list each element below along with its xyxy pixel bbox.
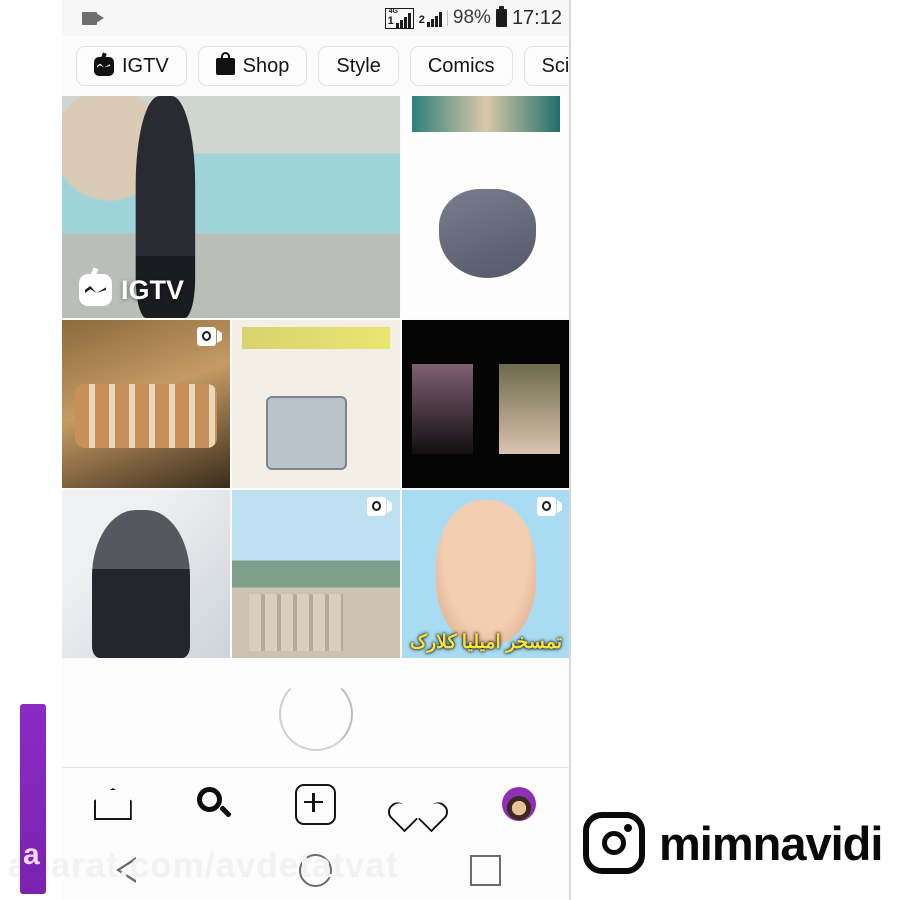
sim1-network-label: 4G <box>388 7 398 15</box>
post-overlay-text: تمسخر امیلیا کلارک <box>409 632 563 653</box>
post-ps5-controller[interactable] <box>402 96 570 318</box>
nav-search[interactable] <box>186 776 242 832</box>
post-thumbnail <box>402 320 570 488</box>
tab-shop[interactable]: Shop <box>197 46 308 86</box>
post-kebab-chef[interactable] <box>62 320 230 488</box>
video-reel-icon <box>367 497 393 519</box>
igtv-tv-icon <box>79 274 112 306</box>
aparat-logo-letter: a <box>23 838 40 871</box>
tab-label: Style <box>336 54 381 77</box>
tab-label: Science <box>541 54 570 77</box>
shopping-bag-icon <box>215 51 235 75</box>
status-divider <box>446 10 448 26</box>
nav-create[interactable] <box>288 776 344 832</box>
status-bar: 4G 1 2 98% 17:12 <box>62 0 570 36</box>
tab-label: IGTV <box>122 54 169 77</box>
loading-area <box>62 660 570 768</box>
status-right-icons: 4G 1 2 98% 17:12 <box>384 6 562 30</box>
igtv-tv-icon <box>94 56 114 76</box>
sim1-signal-icon: 4G 1 <box>384 7 414 29</box>
igtv-overlay-label: IGTV <box>121 274 185 305</box>
status-clock: 17:12 <box>511 6 562 29</box>
home-icon <box>94 788 132 820</box>
nav-activity[interactable] <box>390 776 446 832</box>
video-reel-icon <box>537 497 563 519</box>
heart-icon <box>399 787 437 821</box>
video-camera-icon <box>82 11 104 25</box>
battery-percent: 98% <box>452 7 491 28</box>
instagram-bottom-nav[interactable] <box>62 767 570 840</box>
category-tab-bar[interactable]: IGTV Shop Style Comics Science <box>62 36 570 96</box>
tab-comics[interactable]: Comics <box>409 46 513 86</box>
search-icon <box>196 786 232 822</box>
battery-full-icon <box>495 6 507 27</box>
explore-post-grid[interactable]: IGTV تمسخر امیلیا کلارک <box>62 96 570 660</box>
aparat-url-watermark: aparat.com/avdetatvat <box>8 846 399 885</box>
grid-row: تمسخر امیلیا کلارک <box>62 490 570 658</box>
plus-box-icon <box>295 783 337 825</box>
post-man-portrait[interactable] <box>62 490 230 658</box>
loading-spinner <box>279 677 353 751</box>
avatar-icon <box>502 787 537 821</box>
grid-row <box>62 320 570 488</box>
instagram-brand-watermark: mimnavidi <box>583 812 883 874</box>
sim1-bars-icon <box>395 12 411 28</box>
brand-username: mimnavidi <box>659 816 883 870</box>
post-thumbnail <box>402 96 570 318</box>
phone-screen-right-edge <box>569 0 571 900</box>
post-igtv-pool-video[interactable]: IGTV <box>62 96 400 318</box>
post-emilia-clarke-video[interactable]: تمسخر امیلیا کلارک <box>402 490 570 658</box>
instagram-logo-icon <box>583 812 645 874</box>
status-left-icons <box>82 11 104 25</box>
post-seaside-video[interactable] <box>232 490 400 658</box>
aparat-logo-bar: a <box>20 704 46 894</box>
tab-label: Shop <box>242 54 290 77</box>
nav-home[interactable] <box>85 776 141 832</box>
video-reel-icon <box>197 327 223 349</box>
post-thumbnail <box>62 490 230 658</box>
tab-style[interactable]: Style <box>318 46 399 86</box>
tab-label: Comics <box>427 54 495 77</box>
igtv-overlay-badge: IGTV <box>79 274 184 306</box>
nav-profile[interactable] <box>491 776 547 832</box>
post-lazy-vs-hardwork-poster[interactable] <box>402 320 570 488</box>
tab-science[interactable]: Science <box>523 46 570 86</box>
sim2-label: 2 <box>418 13 425 26</box>
sim2-bars-icon <box>426 11 442 27</box>
post-cartoon-suitcase[interactable] <box>232 320 400 488</box>
grid-row: IGTV <box>62 96 570 318</box>
sim1-label: 1 <box>387 14 394 27</box>
tab-igtv[interactable]: IGTV <box>76 46 187 86</box>
post-thumbnail <box>232 320 400 488</box>
phone-screen: 4G 1 2 98% 17:12 IGTV Shop Style Comics Scie… <box>62 0 570 900</box>
sim2-signal-icon: 2 <box>419 10 442 27</box>
